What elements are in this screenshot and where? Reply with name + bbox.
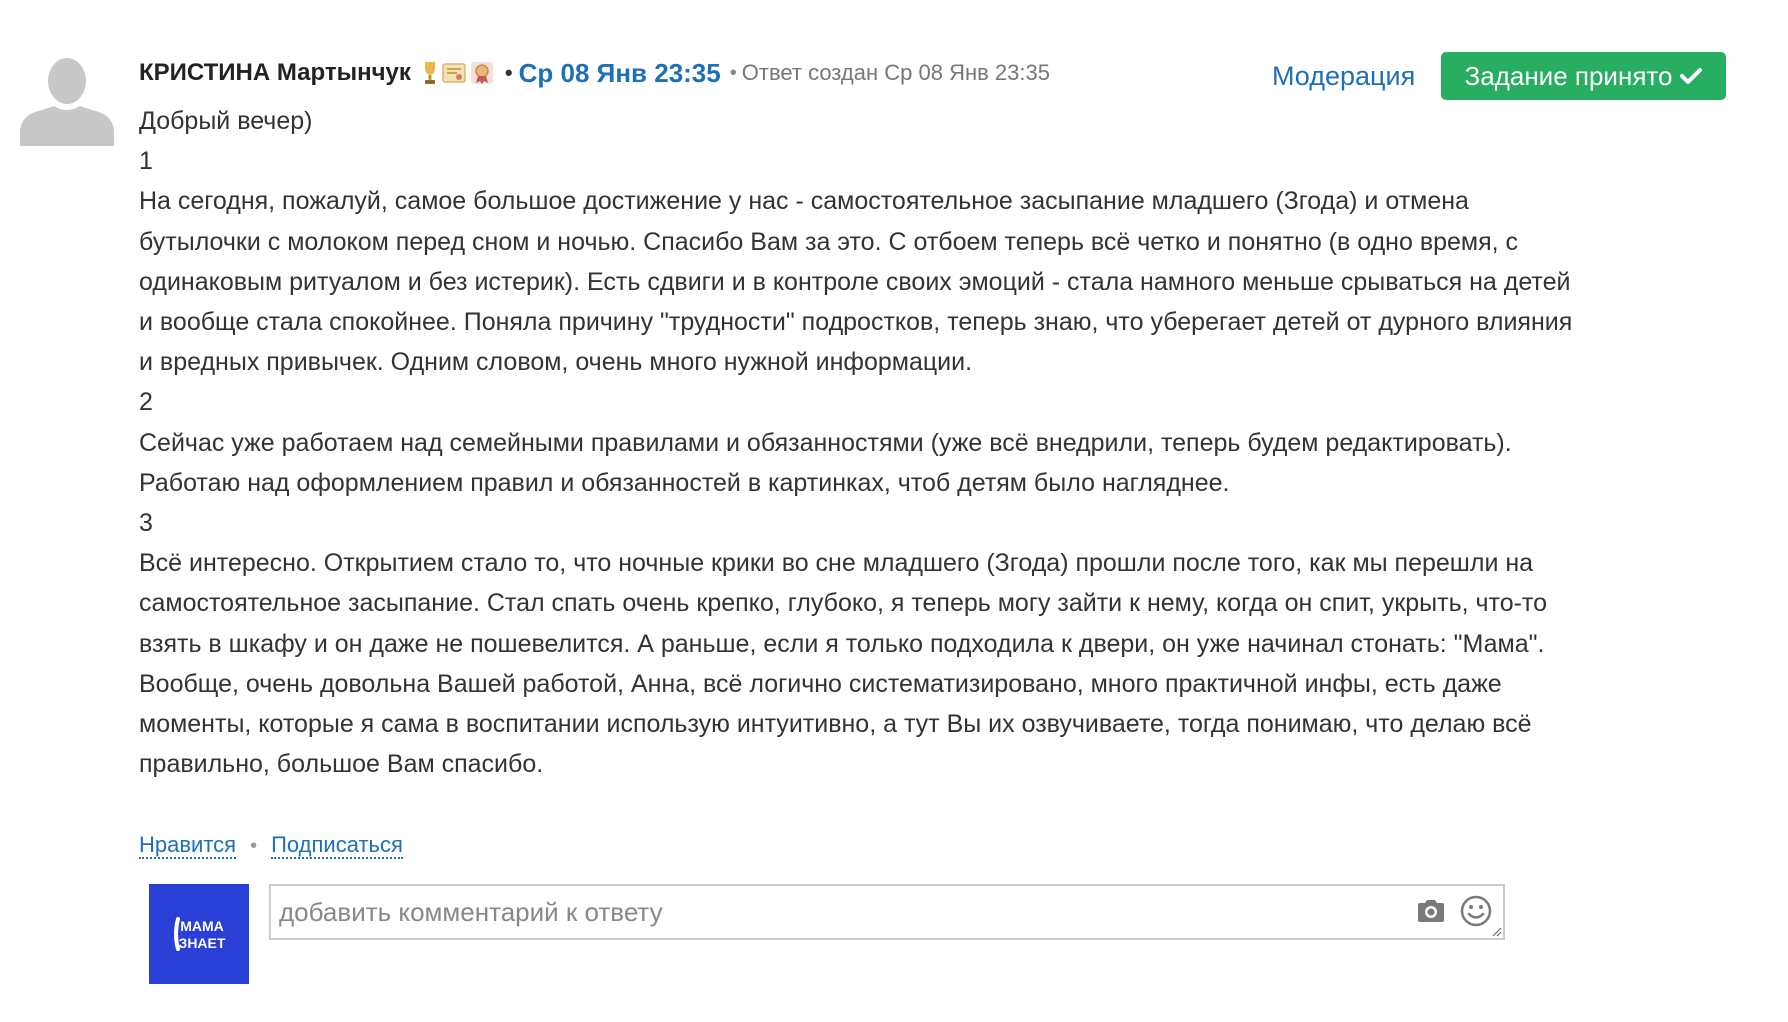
- svg-text:ЗНАЕТ: ЗНАЕТ: [179, 935, 226, 951]
- diploma-icon: [441, 60, 467, 86]
- answer-created-text: Ответ создан Ср 08 Янв 23:35: [741, 60, 1050, 85]
- separator-dot: •: [250, 834, 258, 857]
- commenter-avatar[interactable]: МАМА ЗНАЕТ: [149, 884, 249, 984]
- user-badges: [421, 60, 495, 86]
- camera-icon[interactable]: [1415, 897, 1447, 925]
- subscribe-link[interactable]: Подписаться: [271, 833, 403, 859]
- answer-header: КРИСТИНА Мартынчук • Ср 08 Янв 23:35 • О…: [139, 56, 1050, 90]
- checkmark-icon: [1680, 67, 1703, 85]
- emoji-icon[interactable]: [1459, 894, 1493, 928]
- answer-line: одинаковым ритуалом и без истерик). Есть…: [139, 267, 1571, 296]
- separator-dot-small: •: [729, 61, 737, 84]
- answer-line: 3: [139, 509, 153, 538]
- trophy-icon: [421, 60, 439, 86]
- answer-page: КРИСТИНА Мартынчук • Ср 08 Янв 23:35 • О…: [0, 0, 1788, 1022]
- user-avatar[interactable]: [20, 52, 114, 146]
- answer-line: На сегодня, пожалуй, самое большое дости…: [139, 187, 1469, 216]
- answer-line: правильно, большое Вам спасибо.: [139, 750, 544, 779]
- answer-line: Вообще, очень довольна Вашей работой, Ан…: [139, 669, 1502, 698]
- answer-body: Добрый вечер) 1 На сегодня, пожалуй, сам…: [139, 101, 1739, 784]
- answer-line: моменты, которые я сама в воспитании исп…: [139, 710, 1532, 739]
- medal-icon: [469, 60, 495, 86]
- task-accepted-button[interactable]: Задание принято: [1441, 52, 1726, 100]
- answer-line: Сейчас уже работаем над семейными правил…: [139, 428, 1512, 457]
- answer-line: 1: [139, 147, 153, 176]
- default-user-icon: [20, 58, 114, 146]
- answer-line: 2: [139, 388, 153, 417]
- answer-line: и вредных привычек. Одним словом, очень …: [139, 348, 973, 377]
- separator-dot: •: [504, 60, 513, 85]
- mama-znaet-logo: МАМА ЗНАЕТ: [174, 917, 226, 951]
- svg-text:МАМА: МАМА: [180, 918, 224, 934]
- comment-input[interactable]: [271, 886, 1391, 938]
- answer-date-link[interactable]: Ср 08 Янв 23:35: [519, 58, 721, 89]
- like-link[interactable]: Нравится: [139, 833, 237, 859]
- resize-handle-icon[interactable]: [1490, 925, 1502, 937]
- answer-line: взять в шкафу и он даже не пошевелится. …: [139, 629, 1545, 658]
- moderation-link[interactable]: Модерация: [1272, 56, 1415, 96]
- answer-line: Всё интересно. Открытием стало то, что н…: [139, 549, 1534, 578]
- answer-line: самостоятельное засыпание. Стал спать оч…: [139, 589, 1547, 618]
- task-accepted-label: Задание принято: [1464, 60, 1673, 91]
- answer-line: Работаю над оформлением правил и обязанн…: [139, 468, 1230, 497]
- answer-line: и вообще стала спокойнее. Поняла причину…: [139, 308, 1573, 337]
- comment-box: [269, 884, 1505, 940]
- answer-actions: Нравится • Подписаться: [139, 829, 403, 863]
- author-name[interactable]: КРИСТИНА Мартынчук: [139, 59, 411, 87]
- answer-line: бутылочки с молоком перед сном и ночью. …: [139, 227, 1519, 256]
- answer-line: Добрый вечер): [139, 107, 313, 135]
